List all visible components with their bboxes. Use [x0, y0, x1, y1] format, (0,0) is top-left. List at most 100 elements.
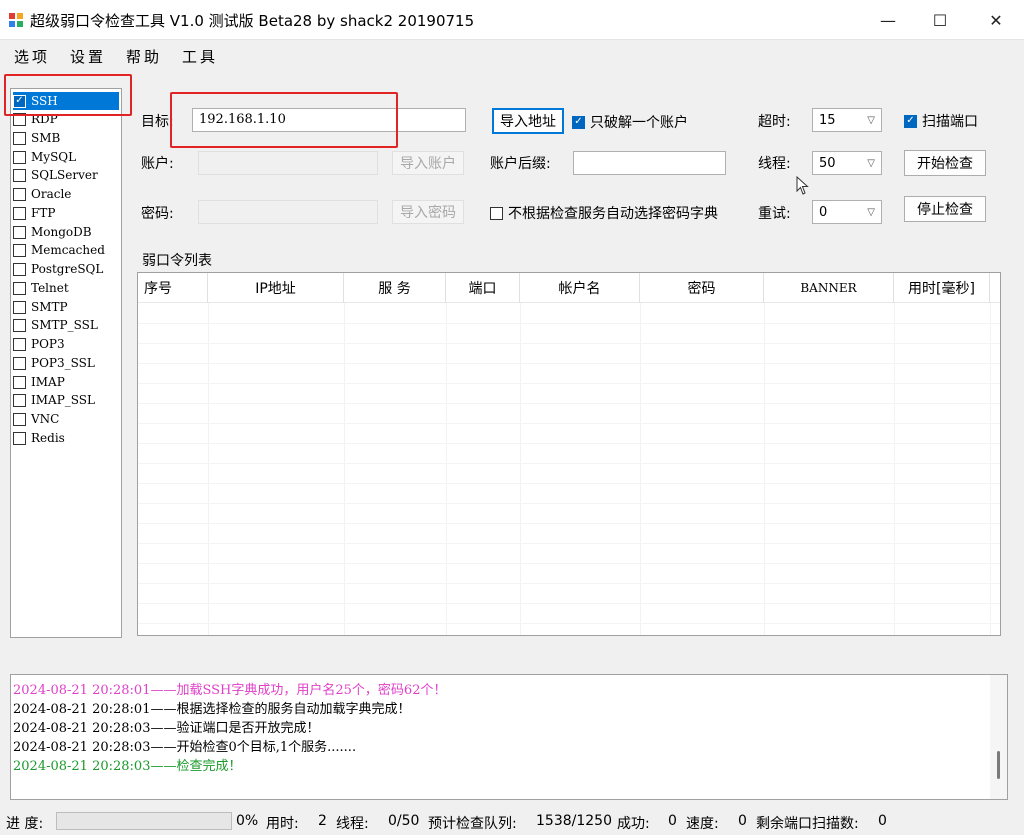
column-ip[interactable]: IP地址: [208, 273, 344, 303]
grid-line: [138, 583, 1000, 584]
scan-port-checkbox[interactable]: ✓ 扫描端口: [904, 111, 978, 131]
menu-help[interactable]: 帮助: [126, 46, 162, 67]
grid-line: [138, 483, 1000, 484]
menu-tools[interactable]: 工具: [182, 46, 218, 67]
time-label: 用时:: [266, 816, 299, 832]
checkbox-icon[interactable]: [13, 337, 26, 351]
threads-select[interactable]: 50 ▽: [812, 151, 882, 175]
service-item-mongodb[interactable]: MongoDB: [13, 223, 119, 241]
service-label: IMAP_SSL: [31, 393, 95, 407]
service-item-redis[interactable]: Redis: [13, 429, 119, 447]
stop-check-button[interactable]: 停止检查: [904, 196, 986, 222]
log-textarea[interactable]: 2024-08-21 20:28:01——加载SSH字典成功，用户名25个，密码…: [10, 674, 1008, 800]
service-item-postgresql[interactable]: PostgreSQL: [13, 260, 119, 278]
checkbox-icon[interactable]: [13, 206, 26, 220]
queue-value: 1538/1250: [536, 813, 612, 829]
mouse-cursor-icon: [796, 176, 809, 195]
start-check-button[interactable]: 开始检查: [904, 150, 986, 176]
log-line-5: 2024-08-21 20:28:03——检查完成！: [13, 759, 242, 774]
grid-line: [640, 303, 641, 635]
grid-line: [138, 503, 1000, 504]
scan-port-label: 扫描端口: [922, 114, 978, 130]
service-item-vnc[interactable]: VNC: [13, 410, 119, 428]
log-scrollbar[interactable]: [990, 675, 1007, 799]
annotation-box-target: [170, 92, 398, 148]
import-password-button[interactable]: 导入密码: [392, 200, 464, 224]
speed-value: 0: [738, 813, 747, 829]
window-title: 超级弱口令检查工具 V1.0 测试版 Beta28 by shack2 2019…: [30, 12, 475, 30]
service-item-smtp[interactable]: SMTP: [13, 298, 119, 316]
checkbox-icon[interactable]: [13, 150, 26, 164]
checkbox-icon[interactable]: [13, 300, 26, 314]
checkbox-icon[interactable]: [13, 356, 26, 370]
checkbox-icon[interactable]: [13, 262, 26, 276]
account-input[interactable]: [198, 151, 378, 175]
target-label: 目标:: [141, 114, 174, 130]
import-account-button[interactable]: 导入账户: [392, 151, 464, 175]
checkbox-icon[interactable]: [13, 431, 26, 445]
only-one-account-checkbox[interactable]: ✓ 只破解一个账户: [572, 112, 688, 132]
only-one-account-label: 只破解一个账户: [590, 115, 688, 131]
log-line-1: 2024-08-21 20:28:01——加载SSH字典成功，用户名25个，密码…: [13, 683, 447, 698]
service-item-oracle[interactable]: Oracle: [13, 185, 119, 203]
service-item-mysql[interactable]: MySQL: [13, 148, 119, 166]
service-item-memcached[interactable]: Memcached: [13, 241, 119, 259]
timeout-value: 15: [819, 112, 836, 128]
service-item-imap[interactable]: IMAP: [13, 373, 119, 391]
app-icon: [9, 13, 23, 27]
maximize-button[interactable]: ☐: [916, 0, 964, 40]
service-item-pop3-ssl[interactable]: POP3_SSL: [13, 354, 119, 372]
checkbox-icon[interactable]: [13, 412, 26, 426]
checkbox-icon[interactable]: [13, 393, 26, 407]
checkbox-icon[interactable]: [13, 187, 26, 201]
column-username[interactable]: 帐户名: [520, 273, 640, 303]
password-input[interactable]: [198, 200, 378, 224]
service-item-pop3[interactable]: POP3: [13, 335, 119, 353]
grid-line: [990, 303, 991, 635]
minimize-icon: —: [880, 10, 896, 30]
checkbox-icon[interactable]: [13, 168, 26, 182]
column-service[interactable]: 服 务: [344, 273, 446, 303]
success-value: 0: [668, 813, 677, 829]
log-line-4: 2024-08-21 20:28:03——开始检查0个目标,1个服务......…: [13, 740, 357, 755]
checkbox-icon[interactable]: [13, 225, 26, 239]
service-item-sqlserver[interactable]: SQLServer: [13, 166, 119, 184]
timeout-select[interactable]: 15 ▽: [812, 108, 882, 132]
minimize-button[interactable]: —: [864, 0, 912, 40]
threads-value: 50: [819, 155, 836, 171]
import-address-button[interactable]: 导入地址: [492, 108, 564, 134]
weak-password-table[interactable]: 序号 IP地址 服 务 端口 帐户名 密码 BANNER 用时[毫秒]: [137, 272, 1001, 636]
grid-line: [138, 403, 1000, 404]
service-item-telnet[interactable]: Telnet: [13, 279, 119, 297]
service-item-imap-ssl[interactable]: IMAP_SSL: [13, 391, 119, 409]
service-label: MongoDB: [31, 225, 92, 239]
column-time[interactable]: 用时[毫秒]: [894, 273, 990, 303]
column-banner[interactable]: BANNER: [764, 273, 894, 303]
account-suffix-input[interactable]: [573, 151, 726, 175]
column-password[interactable]: 密码: [640, 273, 764, 303]
scrollbar-thumb[interactable]: [997, 751, 1000, 779]
checkbox-icon[interactable]: [13, 131, 26, 145]
service-item-smb[interactable]: SMB: [13, 129, 119, 147]
no-auto-dict-label: 不根据检查服务自动选择密码字典: [508, 206, 718, 222]
checkbox-icon[interactable]: [13, 281, 26, 295]
column-index[interactable]: 序号: [138, 273, 208, 303]
menu-options[interactable]: 选项: [14, 46, 50, 67]
chevron-down-icon: ▽: [867, 114, 875, 126]
progress-label: 进 度:: [6, 816, 44, 832]
menu-settings[interactable]: 设置: [70, 46, 106, 67]
service-item-smtp-ssl[interactable]: SMTP_SSL: [13, 316, 119, 334]
grid-line: [138, 543, 1000, 544]
column-port[interactable]: 端口: [446, 273, 520, 303]
service-label: MySQL: [31, 150, 77, 164]
close-button[interactable]: ✕: [972, 0, 1020, 40]
checkbox-icon[interactable]: [13, 375, 26, 389]
service-item-ftp[interactable]: FTP: [13, 204, 119, 222]
no-auto-dict-checkbox[interactable]: 不根据检查服务自动选择密码字典: [490, 203, 718, 223]
retry-select[interactable]: 0 ▽: [812, 200, 882, 224]
checkbox-icon[interactable]: [13, 243, 26, 257]
list-title: 弱口令列表: [142, 253, 212, 269]
table-header: 序号 IP地址 服 务 端口 帐户名 密码 BANNER 用时[毫秒]: [138, 273, 1000, 303]
checkbox-icon[interactable]: [13, 318, 26, 332]
log-line-3: 2024-08-21 20:28:03——验证端口是否开放完成！: [13, 721, 320, 736]
